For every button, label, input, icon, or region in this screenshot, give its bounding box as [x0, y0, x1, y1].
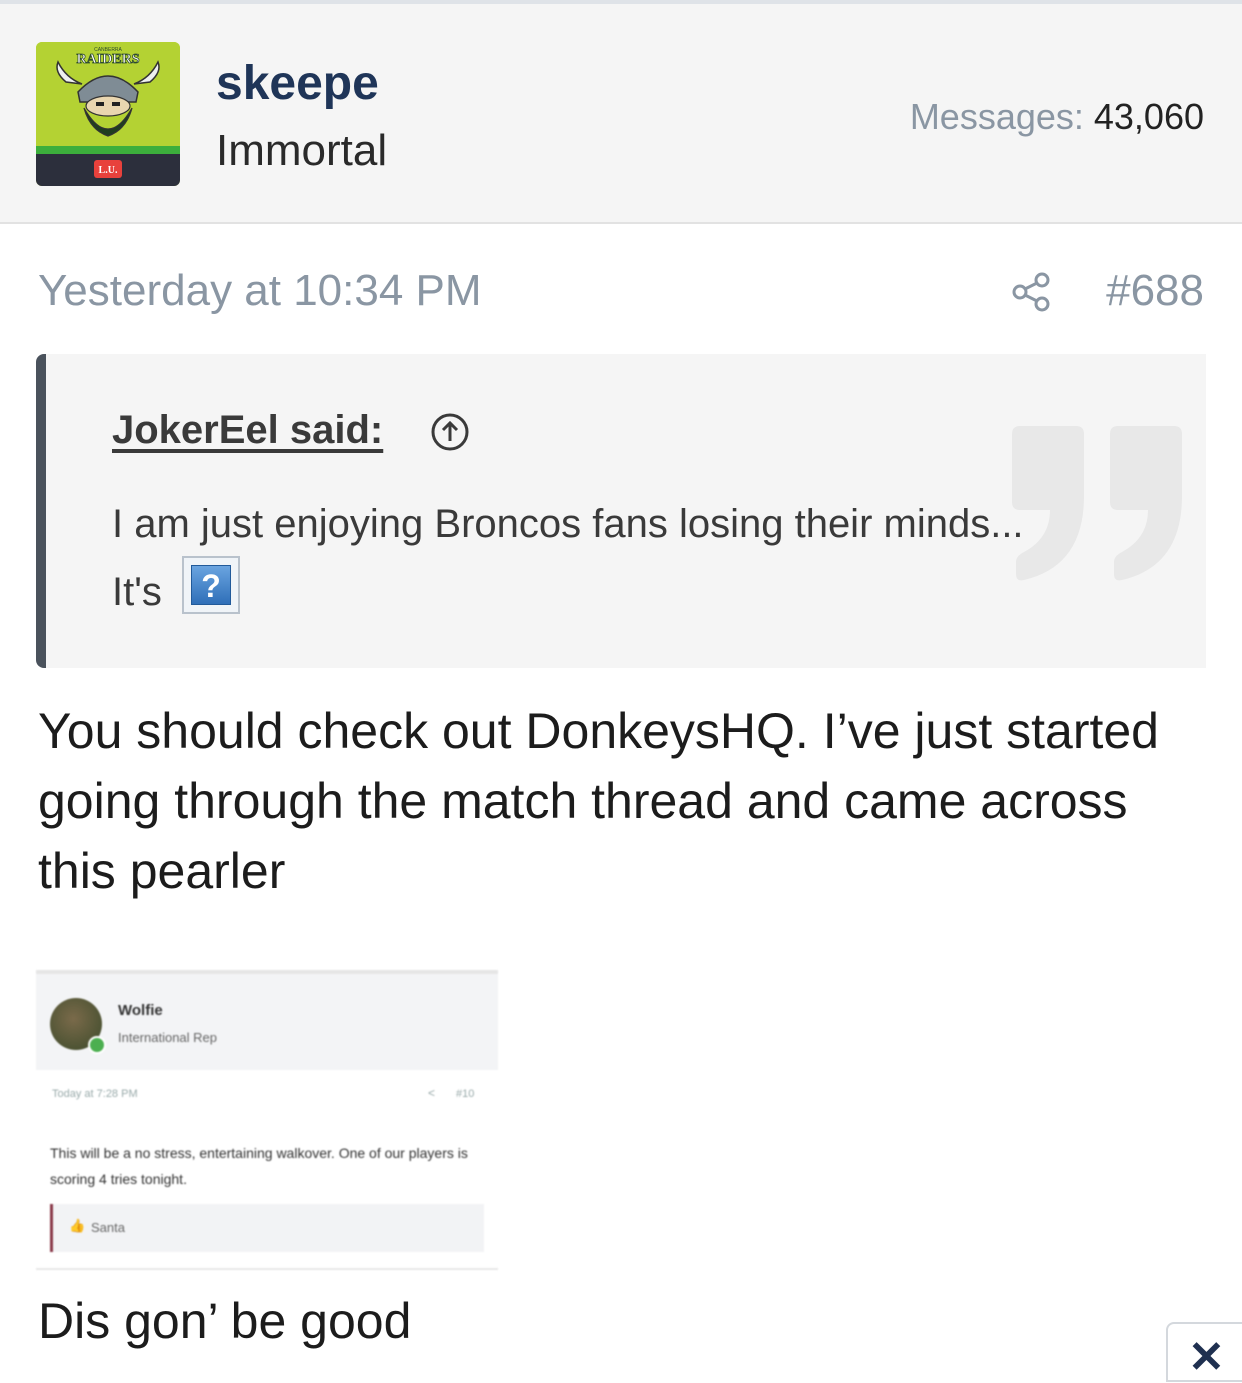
- avatar[interactable]: CANBERRA RAIDERS L.U.: [36, 42, 180, 186]
- quote-block: JokerEel said: I am just enjoying Bronco…: [36, 354, 1206, 668]
- quote-text-line2: It's: [112, 570, 162, 614]
- embedded-screenshot[interactable]: Wolfie International Rep Today at 7:28 P…: [36, 970, 498, 1270]
- embed-reaction: 👍 Santa: [50, 1204, 484, 1252]
- messages-value: 43,060: [1093, 96, 1204, 137]
- question-mark-icon: ?: [191, 565, 231, 605]
- quote-author-link[interactable]: JokerEel said:: [112, 408, 383, 453]
- embed-date: Today at 7:28 PM: [52, 1088, 138, 1100]
- post-date-link[interactable]: Yesterday at 10:34 PM: [38, 266, 482, 316]
- embed-username: Wolfie: [118, 1002, 163, 1019]
- quote-mark-icon: [1012, 426, 1182, 581]
- avatar-text-badge: L.U.: [99, 165, 118, 176]
- messages-label: Messages:: [909, 96, 1084, 137]
- embed-share-icon: <: [428, 1086, 436, 1100]
- post-body-text: You should check out DonkeysHQ. I’ve jus…: [38, 703, 1159, 899]
- post-number-link[interactable]: #688: [1106, 266, 1204, 316]
- messages-count: Messages: 43,060: [910, 96, 1204, 138]
- embed-divider: [36, 1268, 498, 1270]
- post-closing-text: Dis gon’ be good: [38, 1293, 412, 1349]
- post-user-header: CANBERRA RAIDERS L.U. skeepe Immortal Me…: [0, 4, 1242, 224]
- embed-post-number: #10: [456, 1088, 475, 1100]
- embed-text: This will be a no stress, entertaining w…: [50, 1145, 468, 1187]
- arrow-up-circle-icon[interactable]: [430, 412, 470, 452]
- missing-emoji-image: ?: [182, 556, 240, 614]
- embed-user-header: Wolfie International Rep: [36, 970, 498, 1070]
- online-indicator-icon: [88, 1036, 106, 1054]
- share-icon[interactable]: [1010, 270, 1054, 314]
- close-button[interactable]: ✕: [1166, 1322, 1242, 1382]
- quote-text: I am just enjoying Broncos fans losing t…: [112, 502, 1024, 546]
- avatar-text-main: RAIDERS: [76, 52, 139, 67]
- user-title: Immortal: [216, 126, 388, 175]
- thumbs-up-icon: 👍: [69, 1218, 86, 1233]
- embed-reaction-user: Santa: [91, 1220, 125, 1235]
- close-icon: ✕: [1188, 1333, 1225, 1382]
- username-link[interactable]: skeepe: [216, 56, 379, 111]
- embed-usertitle: International Rep: [118, 1030, 218, 1045]
